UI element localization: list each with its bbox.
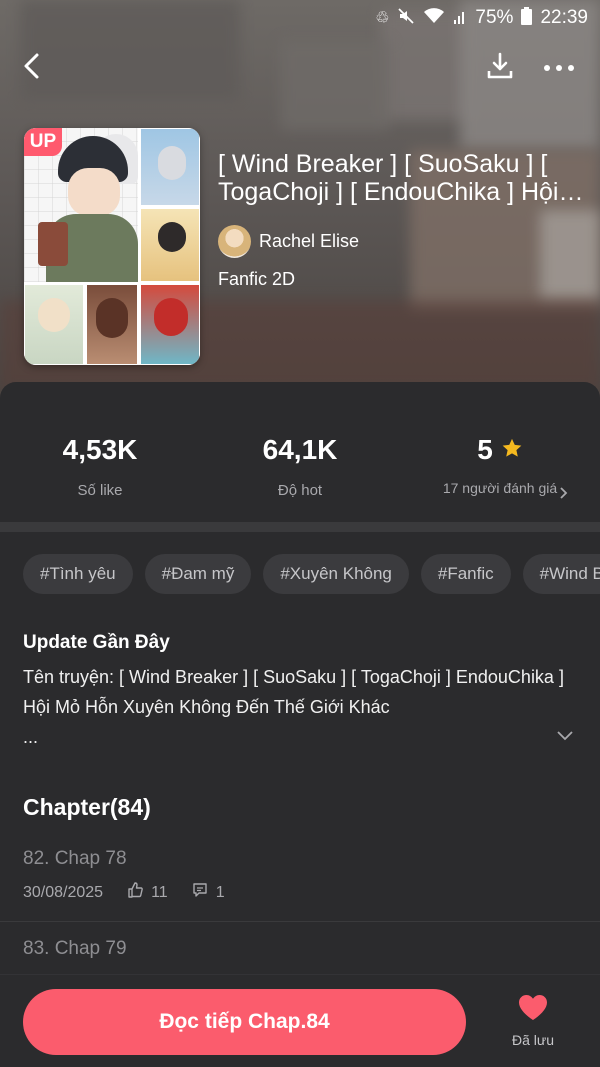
star-icon bbox=[501, 434, 523, 466]
author-name: Rachel Elise bbox=[259, 230, 360, 251]
download-icon bbox=[485, 51, 515, 86]
likes-label: Số like bbox=[77, 482, 123, 499]
description: Update Gần Đây Tên truyện: [ Wind Breake… bbox=[23, 632, 583, 752]
tag-chip[interactable]: #Fanfic bbox=[420, 554, 511, 594]
mute-icon bbox=[397, 7, 415, 30]
story-detail-card: 4,53K Số like 64,1K Độ hot 5 17 người đá… bbox=[0, 382, 600, 1067]
tag-list: #Tình yêu #Đam mỹ #Xuyên Không #Fanfic #Wind… bbox=[23, 554, 600, 594]
chapter-title: 83. Chap 79 bbox=[23, 938, 127, 959]
update-badge: UP bbox=[24, 128, 62, 156]
hot-count: 64,1K bbox=[262, 434, 338, 465]
signal-icon bbox=[453, 7, 467, 30]
description-ellipsis: ... bbox=[23, 727, 39, 747]
recycle-icon: ♲ bbox=[375, 10, 390, 27]
comment-icon bbox=[192, 882, 208, 903]
rating-count-label: 17 người đánh giá bbox=[442, 480, 558, 496]
more-icon bbox=[543, 59, 575, 77]
story-category: Fanfic 2D bbox=[218, 269, 296, 289]
likes-count: 4,53K bbox=[62, 434, 138, 465]
section-divider bbox=[0, 522, 600, 532]
thumb-up-icon bbox=[127, 882, 143, 903]
description-title: Update Gần Đây bbox=[23, 632, 170, 653]
stat-hot: 64,1K Độ hot bbox=[200, 434, 400, 499]
stat-likes: 4,53K Số like bbox=[0, 434, 200, 499]
tag-chip[interactable]: #Tình yêu bbox=[23, 554, 133, 594]
rating-value: 5 bbox=[477, 434, 493, 465]
chevron-down-icon[interactable] bbox=[556, 728, 574, 746]
bottom-action-bar: Đọc tiếp Chap.84 Đã lưu bbox=[0, 974, 600, 1067]
story-title: [ Wind Breaker ] [ SuoSaku ] [ TogaChoji… bbox=[218, 150, 559, 206]
chapter-comment-count: 1 bbox=[215, 883, 225, 901]
author-avatar bbox=[218, 224, 251, 258]
continue-reading-button[interactable]: Đọc tiếp Chap.84 bbox=[23, 989, 466, 1055]
author-row[interactable]: Rachel Elise bbox=[218, 223, 359, 259]
chapter-item[interactable]: 82. Chap 78 30/08/2025 11 1 bbox=[0, 848, 600, 922]
chapter-title: 82. Chap 78 bbox=[23, 848, 127, 869]
tag-chip[interactable]: #Wind Breaker bbox=[522, 554, 600, 594]
stat-rating[interactable]: 5 17 người đánh giá bbox=[400, 434, 600, 497]
story-cover: UP bbox=[24, 128, 200, 365]
chevron-right-icon[interactable] bbox=[558, 486, 568, 505]
chapter-date: 30/08/2025 bbox=[23, 883, 104, 901]
more-options-button[interactable] bbox=[537, 46, 581, 90]
heart-icon bbox=[517, 995, 549, 1025]
battery-icon bbox=[521, 6, 533, 30]
saved-button[interactable]: Đã lưu bbox=[502, 993, 564, 1048]
tag-chip[interactable]: #Xuyên Không bbox=[263, 554, 409, 594]
wifi-icon bbox=[423, 7, 445, 30]
back-button[interactable] bbox=[10, 46, 54, 90]
chapter-list-heading: Chapter(84) bbox=[23, 794, 151, 820]
saved-label: Đã lưu bbox=[511, 1032, 555, 1048]
hot-label: Độ hot bbox=[277, 482, 323, 499]
battery-percent: 75% bbox=[475, 7, 514, 28]
tag-chip[interactable]: #Đam mỹ bbox=[144, 554, 252, 594]
status-bar: ♲ 75% 22:39 bbox=[375, 0, 588, 36]
description-text: Tên truyện: [ Wind Breaker ] [ SuoSaku ]… bbox=[23, 667, 564, 717]
download-button[interactable] bbox=[478, 46, 522, 90]
stats-row: 4,53K Số like 64,1K Độ hot 5 17 người đá… bbox=[0, 382, 600, 522]
back-icon bbox=[20, 52, 44, 85]
clock: 22:39 bbox=[540, 7, 588, 28]
chapter-item[interactable]: 83. Chap 79 bbox=[0, 938, 600, 978]
chapter-like-count: 11 bbox=[151, 883, 168, 901]
